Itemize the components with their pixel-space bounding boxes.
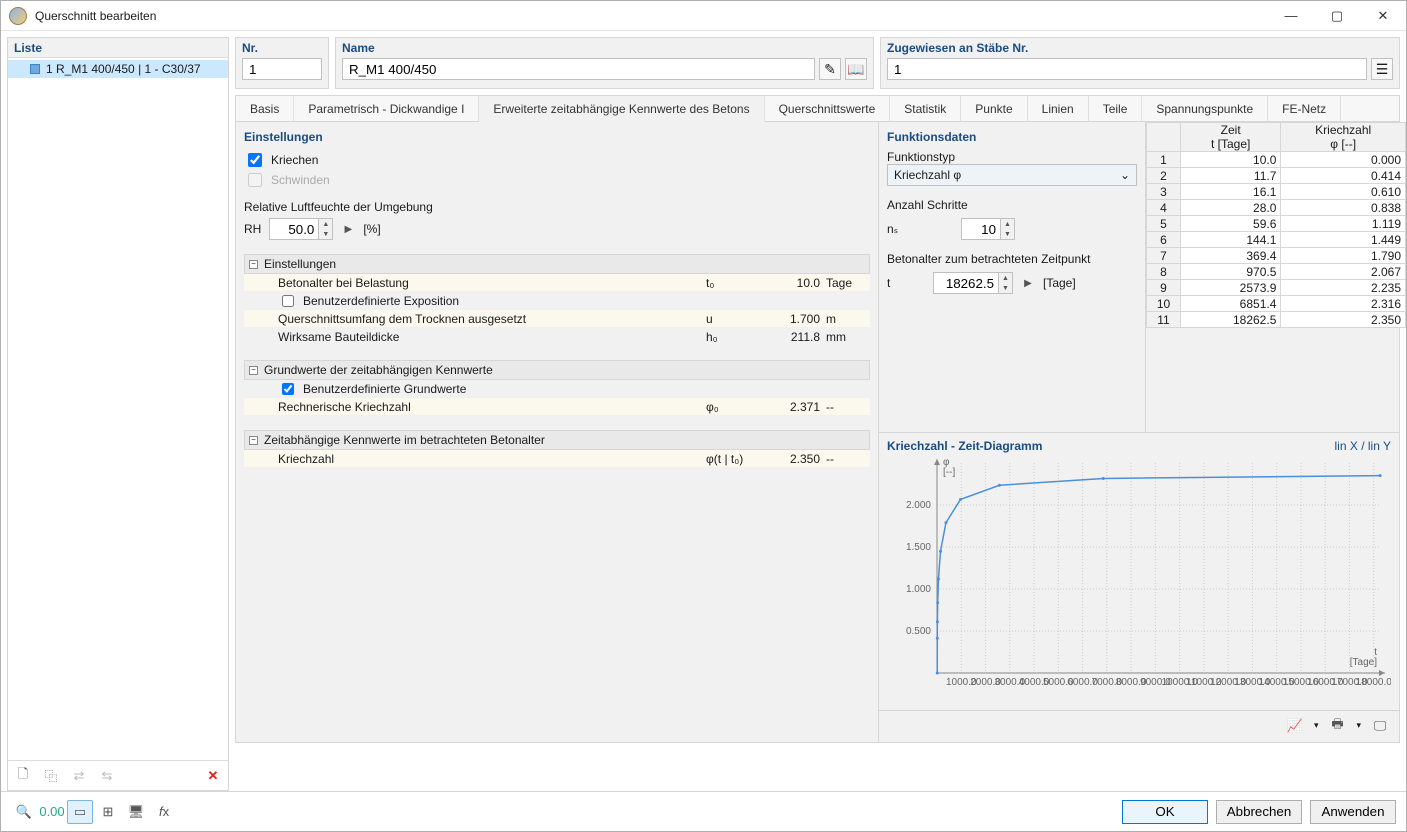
- tab-0[interactable]: Basis: [236, 96, 294, 121]
- rh-arrow-icon[interactable]: ▶: [341, 218, 355, 240]
- svg-text:[--]: [--]: [943, 467, 955, 478]
- prop-row[interactable]: Betonalter bei Belastungt₀10.0Tage: [244, 274, 870, 292]
- print-icon[interactable]: 🖶: [1324, 714, 1350, 738]
- steps-symbol: nₛ: [887, 222, 907, 236]
- apply-button[interactable]: Anwenden: [1310, 800, 1396, 824]
- table-row[interactable]: 110.00.000: [1147, 152, 1406, 168]
- view-dims-icon[interactable]: ⊞: [95, 800, 121, 824]
- svg-text:18000.0: 18000.0: [1356, 677, 1391, 688]
- group-header[interactable]: −Zeitabhängige Kennwerte im betrachteten…: [244, 430, 870, 450]
- table-row[interactable]: 92573.92.235: [1147, 280, 1406, 296]
- group-header[interactable]: −Grundwerte der zeitabhängigen Kennwerte: [244, 360, 870, 380]
- maximize-button[interactable]: ▢: [1314, 1, 1360, 30]
- table-row[interactable]: 1118262.52.350: [1147, 312, 1406, 328]
- delete-icon[interactable]: ✕: [200, 764, 226, 788]
- nr-input[interactable]: [242, 58, 322, 80]
- functype-select[interactable]: Kriechzahl φ ⌄: [887, 164, 1137, 186]
- age-unit: [Tage]: [1043, 276, 1076, 290]
- rh-symbol: RH: [244, 222, 261, 236]
- assign-label: Zugewiesen an Stäbe Nr.: [887, 41, 1393, 55]
- table-row[interactable]: 559.61.119: [1147, 216, 1406, 232]
- chart-scale: lin X / lin Y: [1335, 439, 1391, 453]
- name-label: Name: [342, 41, 867, 55]
- table-row[interactable]: 428.00.838: [1147, 200, 1406, 216]
- prop-row[interactable]: Wirksame Bauteildickeh₀211.8mm: [244, 328, 870, 346]
- section-icon: [30, 64, 40, 74]
- table-row[interactable]: 106851.42.316: [1147, 296, 1406, 312]
- chart-axes-icon[interactable]: 📈: [1282, 714, 1308, 738]
- assign-input[interactable]: [887, 58, 1367, 80]
- table-row[interactable]: 316.10.610: [1147, 184, 1406, 200]
- chevron-down-icon: ⌄: [1120, 168, 1130, 182]
- tab-4[interactable]: Statistik: [890, 96, 961, 121]
- tab-5[interactable]: Punkte: [961, 96, 1027, 121]
- creep-checkbox[interactable]: Kriechen: [244, 150, 870, 170]
- age-arrow-icon[interactable]: ▶: [1021, 272, 1035, 294]
- steps-spinner[interactable]: ▲▼: [961, 218, 1015, 240]
- shrinkage-checkbox[interactable]: Schwinden: [244, 170, 870, 190]
- view-fx-icon[interactable]: fx: [151, 800, 177, 824]
- table-row[interactable]: 7369.41.790: [1147, 248, 1406, 264]
- export-icon[interactable]: 🖵: [1367, 714, 1393, 738]
- library-icon[interactable]: 📖: [845, 58, 867, 80]
- minimize-button[interactable]: —: [1268, 1, 1314, 30]
- prop-row[interactable]: Benutzerdefinierte Exposition: [244, 292, 870, 310]
- creep-time-chart: 0.5001.0001.5002.0001000.02000.03000.040…: [887, 453, 1391, 703]
- table-row[interactable]: 211.70.414: [1147, 168, 1406, 184]
- link-icon[interactable]: ⇄: [66, 764, 92, 788]
- svg-text:[Tage]: [Tage]: [1350, 657, 1377, 668]
- chart-title: Kriechzahl - Zeit-Diagramm: [887, 439, 1042, 453]
- tab-7[interactable]: Teile: [1089, 96, 1143, 121]
- rh-spinner[interactable]: ▲▼: [269, 218, 333, 240]
- unlink-icon[interactable]: ⇆: [94, 764, 120, 788]
- funcdata-title: Funktionsdaten: [887, 130, 1137, 144]
- tab-9[interactable]: FE-Netz: [1268, 96, 1341, 121]
- app-icon: [9, 7, 27, 25]
- list-header: Liste: [8, 38, 228, 58]
- functype-label: Funktionstyp: [887, 150, 1137, 164]
- svg-text:2.000: 2.000: [906, 500, 931, 511]
- settings-title: Einstellungen: [244, 130, 870, 144]
- help-icon[interactable]: 🔍: [11, 800, 37, 824]
- group-header[interactable]: −Einstellungen: [244, 254, 870, 274]
- rh-unit: [%]: [363, 222, 380, 236]
- ok-button[interactable]: OK: [1122, 800, 1208, 824]
- tab-1[interactable]: Parametrisch - Dickwandige I: [294, 96, 479, 121]
- tab-8[interactable]: Spannungspunkte: [1142, 96, 1268, 121]
- age-spinner[interactable]: ▲▼: [933, 272, 1013, 294]
- table-row[interactable]: 6144.11.449: [1147, 232, 1406, 248]
- prop-row[interactable]: Rechnerische Kriechzahlφ₀2.371--: [244, 398, 870, 416]
- svg-text:0.500: 0.500: [906, 626, 931, 637]
- steps-label: Anzahl Schritte: [887, 198, 1137, 212]
- prop-row[interactable]: Benutzerdefinierte Grundwerte: [244, 380, 870, 398]
- new-icon[interactable]: 🗋: [10, 764, 36, 788]
- units-icon[interactable]: 0.00: [39, 800, 65, 824]
- table-row[interactable]: 8970.52.067: [1147, 264, 1406, 280]
- prop-row[interactable]: Kriechzahlφ(t | t₀)2.350--: [244, 450, 870, 468]
- view-section-icon[interactable]: ▭: [67, 800, 93, 824]
- tab-3[interactable]: Querschnittswerte: [765, 96, 891, 121]
- tab-6[interactable]: Linien: [1028, 96, 1089, 121]
- cancel-button[interactable]: Abbrechen: [1216, 800, 1302, 824]
- tab-2[interactable]: Erweiterte zeitabhängige Kennwerte des B…: [479, 96, 764, 122]
- view-monitor-icon[interactable]: 🖥: [123, 800, 149, 824]
- close-button[interactable]: ✕: [1360, 1, 1406, 30]
- age-symbol: t: [887, 276, 907, 290]
- window-title: Querschnitt bearbeiten: [35, 9, 1268, 23]
- prop-row[interactable]: Querschnittsumfang dem Trocknen ausgeset…: [244, 310, 870, 328]
- name-input[interactable]: [342, 58, 815, 80]
- edit-name-icon[interactable]: ✎: [819, 58, 841, 80]
- cross-section-list[interactable]: 1 R_M1 400/450 | 1 - C30/37: [8, 58, 228, 760]
- list-item[interactable]: 1 R_M1 400/450 | 1 - C30/37: [8, 60, 228, 78]
- copy-icon[interactable]: ⿻: [38, 764, 64, 788]
- svg-text:1.000: 1.000: [906, 584, 931, 595]
- svg-text:1.500: 1.500: [906, 542, 931, 553]
- rh-label: Relative Luftfeuchte der Umgebung: [244, 200, 870, 214]
- age-label: Betonalter zum betrachteten Zeitpunkt: [887, 252, 1137, 266]
- pick-members-icon[interactable]: ☰: [1371, 58, 1393, 80]
- nr-label: Nr.: [242, 41, 322, 55]
